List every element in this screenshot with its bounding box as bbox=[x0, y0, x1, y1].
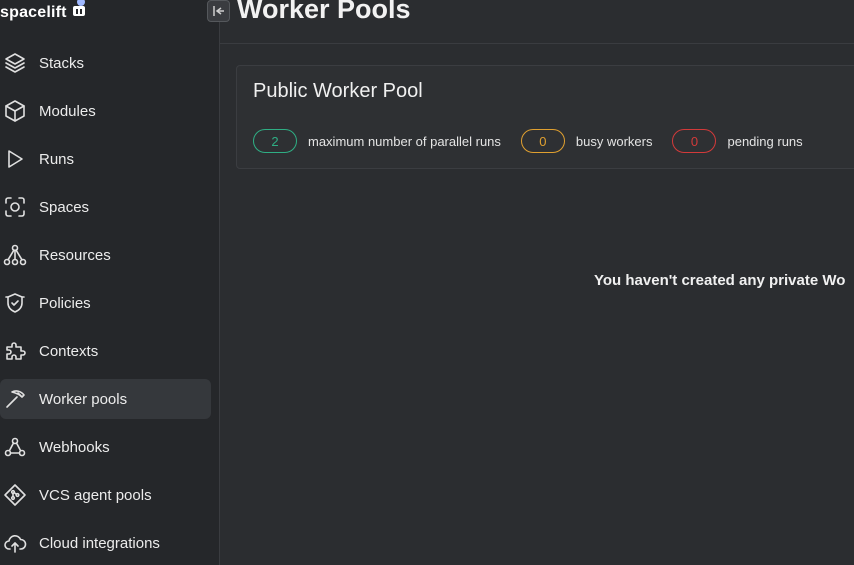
collapse-arrow-icon bbox=[212, 6, 224, 16]
sidebar-item-label: Webhooks bbox=[39, 438, 110, 456]
sidebar-item-webhooks[interactable]: Webhooks bbox=[0, 427, 211, 467]
pending-runs-label: pending runs bbox=[727, 133, 803, 149]
public-worker-pool-card: Public Worker Pool 2 maximum number of p… bbox=[236, 65, 854, 169]
sidebar-item-label: Modules bbox=[39, 102, 96, 120]
shield-icon bbox=[2, 290, 28, 316]
max-parallel-runs-label: maximum number of parallel runs bbox=[308, 133, 501, 149]
pool-stats: 2 maximum number of parallel runs 0 busy… bbox=[253, 129, 823, 153]
page-title: Worker Pools bbox=[237, 0, 411, 24]
collapse-sidebar-button[interactable] bbox=[207, 0, 230, 22]
sidebar-item-label: Policies bbox=[39, 294, 91, 312]
sidebar-item-label: Stacks bbox=[39, 54, 85, 72]
sidebar-item-label: Runs bbox=[39, 150, 75, 168]
sidebar-item-vcs-agent-pools[interactable]: VCS agent pools bbox=[0, 475, 211, 515]
pickaxe-icon bbox=[2, 386, 28, 412]
spaces-icon bbox=[2, 194, 28, 220]
sidebar-item-worker-pools[interactable]: Worker pools bbox=[0, 379, 211, 419]
play-icon bbox=[2, 146, 28, 172]
sidebar-item-policies[interactable]: Policies bbox=[0, 283, 211, 323]
sidebar-item-runs[interactable]: Runs bbox=[0, 139, 211, 179]
sidebar-item-label: Resources bbox=[39, 246, 111, 264]
card-title: Public Worker Pool bbox=[253, 80, 423, 102]
empty-state-message: You haven't created any private Wo bbox=[594, 272, 846, 289]
cube-icon bbox=[2, 98, 28, 124]
sidebar-item-label: Spaces bbox=[39, 198, 90, 216]
logo-text: spacelift bbox=[0, 4, 67, 21]
sidebar-item-label: VCS agent pools bbox=[39, 486, 152, 504]
sidebar-item-spaces[interactable]: Spaces bbox=[0, 187, 211, 227]
sidebar-item-resources[interactable]: Resources bbox=[0, 235, 211, 275]
sidebar-item-modules[interactable]: Modules bbox=[0, 91, 211, 131]
max-parallel-runs-badge: 2 bbox=[253, 129, 297, 153]
resources-icon bbox=[2, 242, 28, 268]
sidebar-item-label: Cloud integrations bbox=[39, 534, 160, 552]
sidebar-item-contexts[interactable]: Contexts bbox=[0, 331, 211, 371]
layers-icon bbox=[2, 50, 28, 76]
puzzle-icon bbox=[2, 338, 28, 364]
cloud-icon bbox=[2, 530, 28, 556]
pending-runs-badge: 0 bbox=[672, 129, 717, 153]
sidebar: spacelift Stacks Modules Runs Spaces Res… bbox=[0, 0, 220, 565]
busy-workers-badge: 0 bbox=[520, 129, 565, 153]
sidebar-item-label: Worker pools bbox=[39, 390, 128, 408]
astronaut-logo-icon bbox=[72, 0, 85, 16]
webhook-icon bbox=[2, 434, 28, 460]
git-icon bbox=[2, 482, 28, 508]
busy-workers-label: busy workers bbox=[575, 133, 653, 149]
sidebar-item-stacks[interactable]: Stacks bbox=[0, 43, 211, 83]
spacelift-logo[interactable]: spacelift bbox=[0, 0, 91, 24]
sidebar-item-cloud-integrations[interactable]: Cloud integrations bbox=[0, 523, 211, 563]
sidebar-item-label: Contexts bbox=[39, 342, 99, 360]
header-divider bbox=[220, 43, 854, 44]
